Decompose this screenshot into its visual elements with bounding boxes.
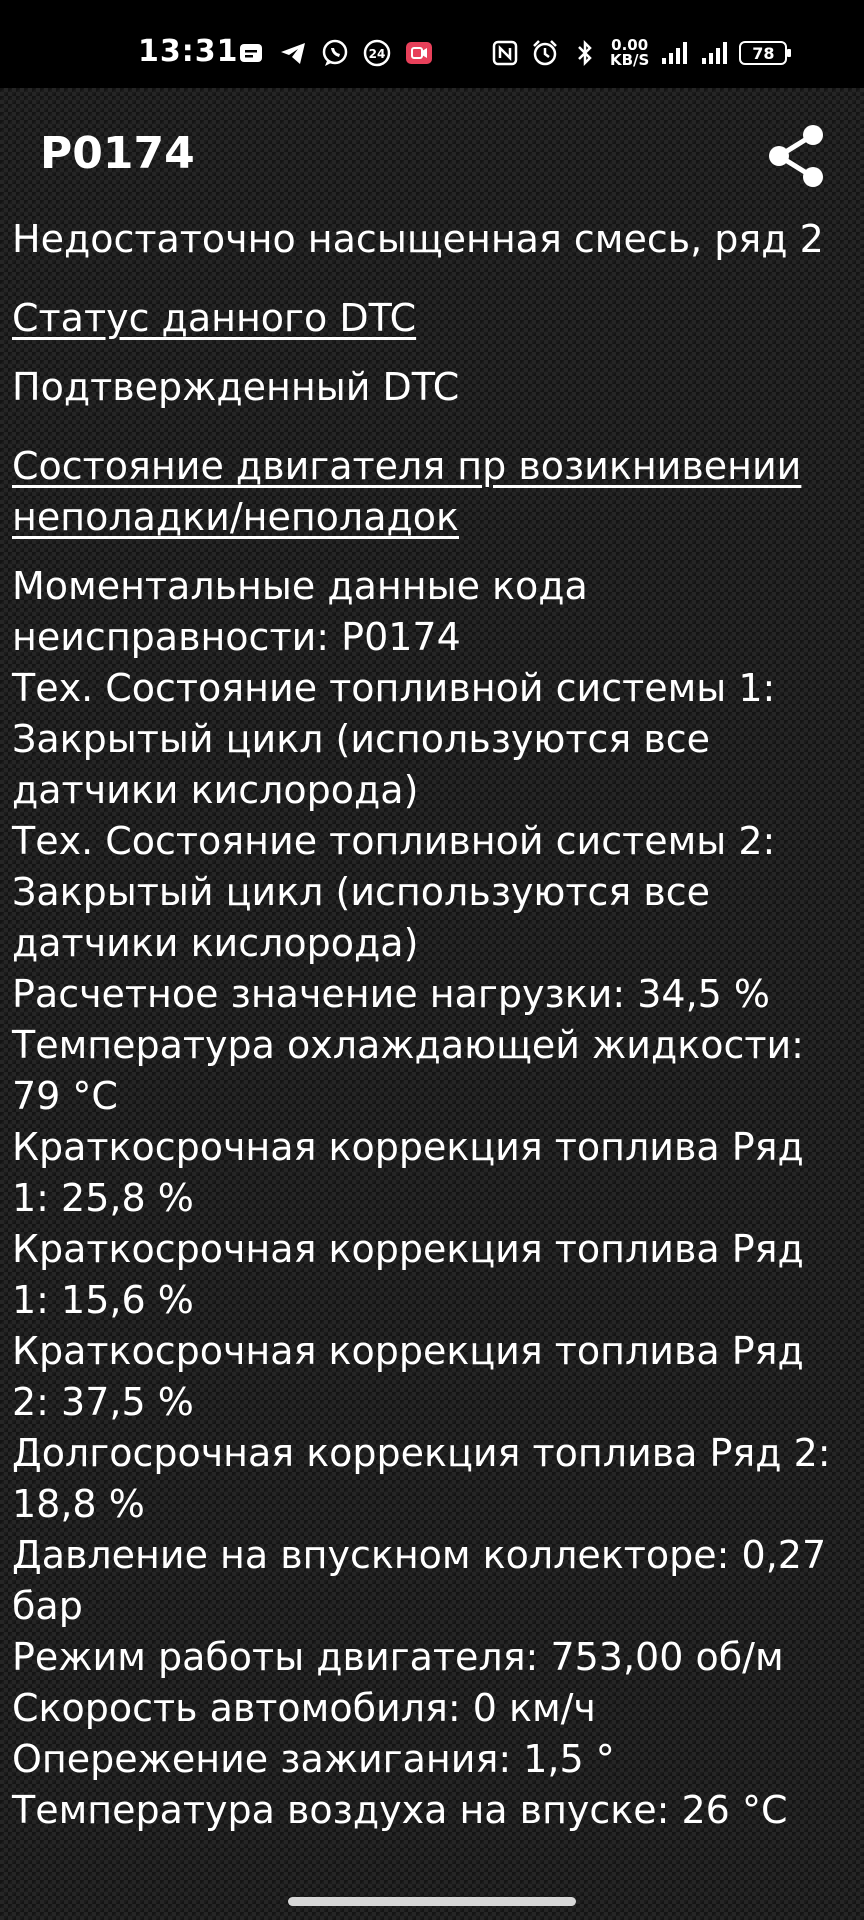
nfc-icon [490,38,520,68]
list-item: Долгосрочная коррекция топлива Ряд 2: 18… [12,1431,831,1526]
list-item: Краткосрочная коррекция топлива Ряд 2: 3… [12,1329,804,1424]
24-icon: 24 [362,38,392,68]
home-indicator[interactable] [288,1897,576,1906]
status-time: 13:31 [138,34,239,69]
list-item: Тех. Состояние топливной системы 2: Закр… [12,819,776,965]
telegram-icon [278,38,308,68]
network-speed: 0.00 KB/S [610,38,649,68]
list-item: Температура охлаждающей жидкости: 79 °C [12,1023,804,1118]
app-screen: 13:31 24 0.00 KB/S 78 P0174 Недостаточно… [0,0,864,1920]
freeze-frame-heading: Состояние двигателя пр возикнивении непо… [12,444,802,539]
list-item: Режим работы двигателя: 753,00 об/м [12,1635,784,1679]
list-item: Моментальные данные кода неисправности: … [12,564,588,659]
dtc-description: Недостаточно насыщенная смесь, ряд 2 [12,217,824,261]
list-item: Тех. Состояние топливной системы 1: Закр… [12,666,776,812]
battery-level: 78 [752,43,775,63]
list-item: Давление на впускном коллекторе: 0,27 ба… [12,1533,827,1628]
battery-indicator: 78 [739,41,792,65]
app-header: P0174 [0,88,864,220]
list-item: Температура воздуха на впуске: 26 °C [12,1788,788,1832]
message-icon [236,38,266,68]
share-button[interactable] [760,120,832,192]
freeze-frame-list: Моментальные данные кода неисправности: … [12,561,852,1836]
network-speed-unit: KB/S [610,51,650,69]
list-item: Краткосрочная коррекция топлива Ряд 1: 2… [12,1125,804,1220]
system-icons: 0.00 KB/S 78 [490,38,792,68]
page-title: P0174 [40,128,195,179]
list-item: Краткосрочная коррекция топлива Ряд 1: 1… [12,1227,804,1322]
notification-icons: 24 [236,38,434,68]
list-item: Скорость автомобиля: 0 км/ч [12,1686,596,1730]
signal-icon-2 [699,38,729,68]
list-item: Опережение зажигания: 1,5 ° [12,1737,615,1781]
status-heading: Статус данного DTC [12,296,417,340]
list-item: Расчетное значение нагрузки: 34,5 % [12,972,771,1016]
viber-icon [320,38,350,68]
signal-icon [659,38,689,68]
status-bar: 13:31 24 0.00 KB/S 78 [0,0,864,88]
status-value: Подтвержденный DTC [12,365,460,409]
bluetooth-icon [570,38,600,68]
alarm-icon [530,38,560,68]
share-icon [769,125,823,187]
dtc-details: Недостаточно насыщенная смесь, ряд 2 Ста… [12,214,852,1836]
screen-record-icon [404,38,434,68]
notification-24-label: 24 [369,47,386,61]
